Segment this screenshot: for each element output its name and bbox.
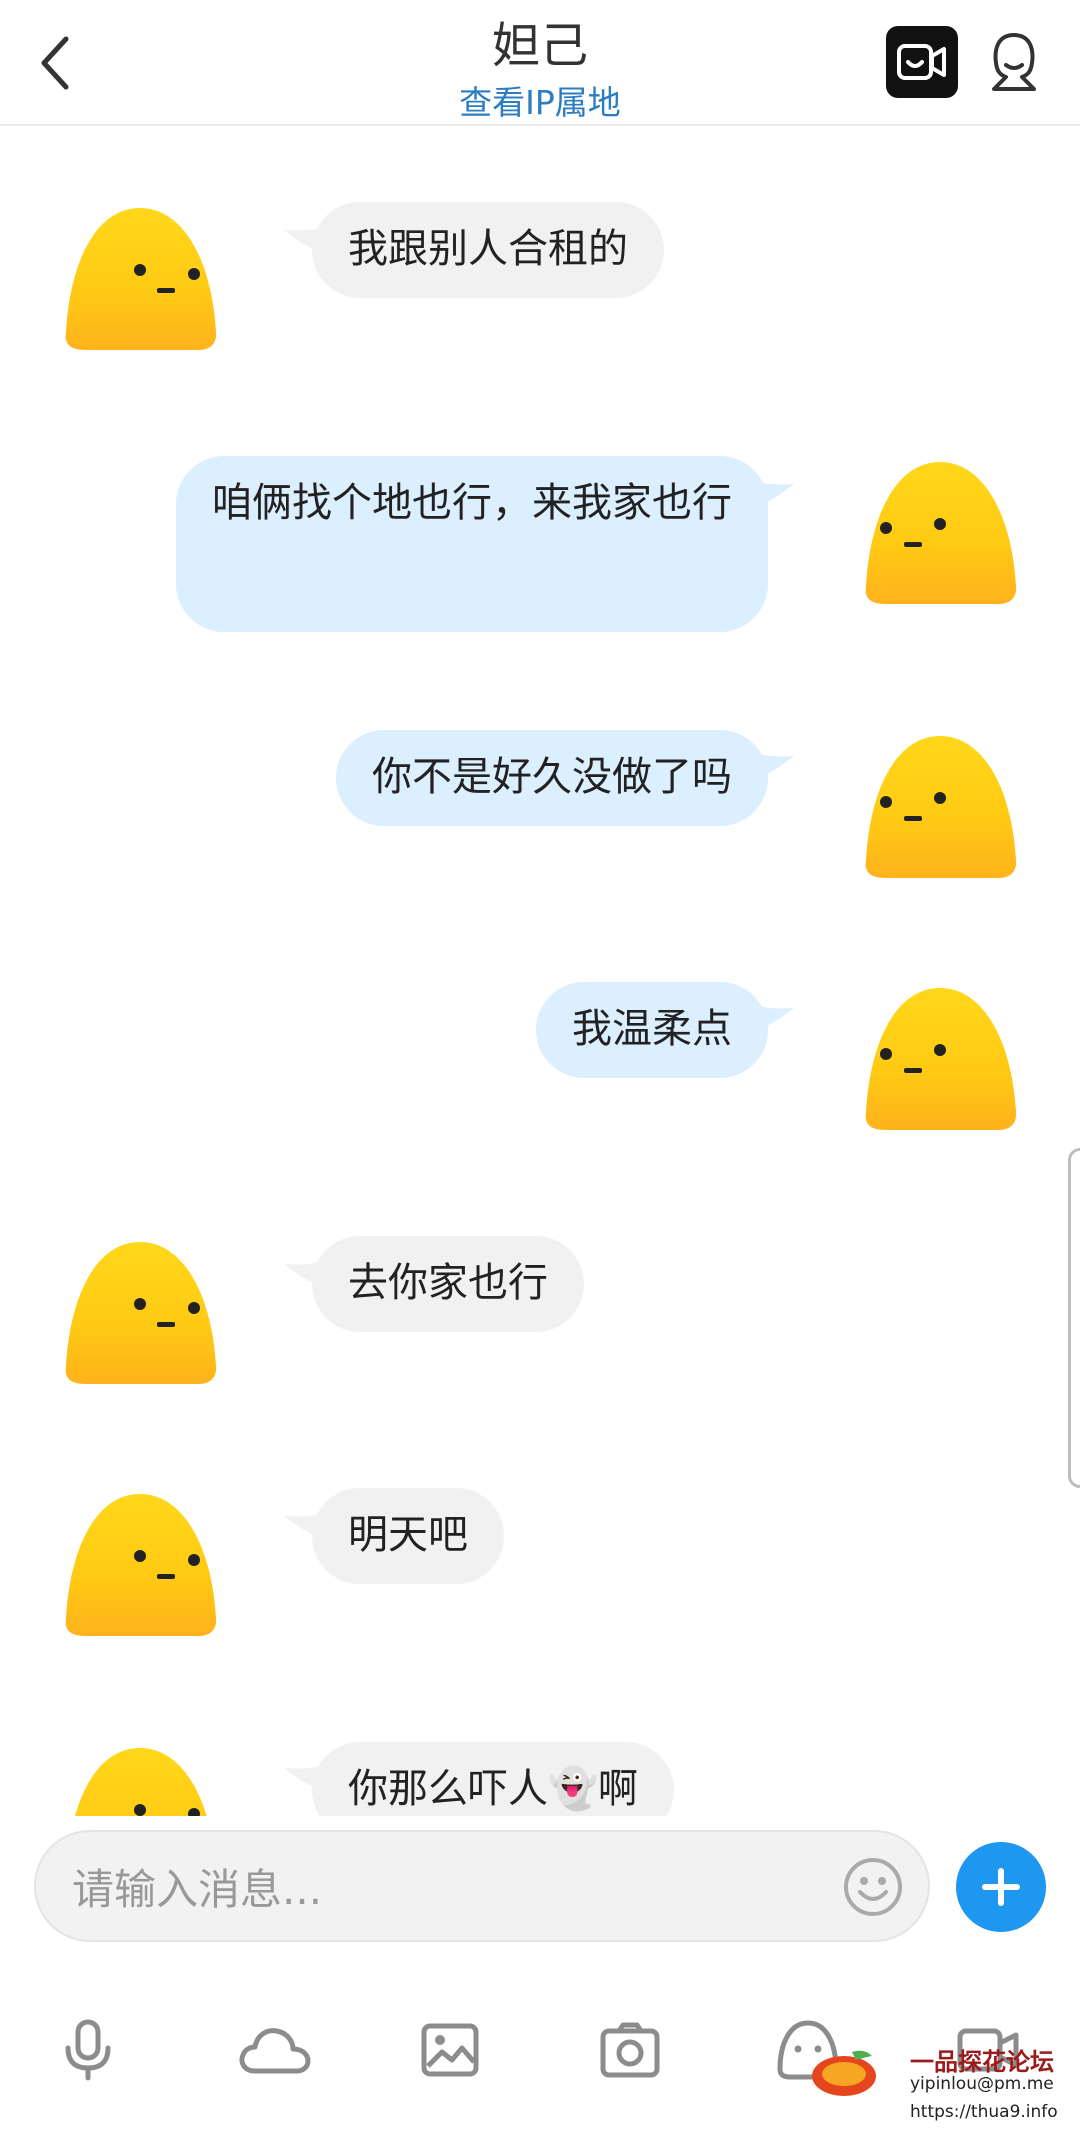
- message-text: 你那么吓人: [348, 1766, 548, 1812]
- avatar[interactable]: [862, 730, 1018, 880]
- camera-icon: [600, 2022, 660, 2078]
- message-input[interactable]: 请输入消息...: [34, 1830, 930, 1942]
- chat-messages[interactable]: 我跟别人合租的 咱俩找个地也行，来我家也行 你不是好久没做了吗 我温柔点 去你家…: [0, 126, 1080, 1816]
- message-text: 我温柔点: [572, 1006, 732, 1052]
- message-bubble[interactable]: 你不是好久没做了吗: [336, 730, 768, 826]
- avatar[interactable]: [62, 1488, 218, 1638]
- microphone-icon: [65, 2019, 111, 2081]
- avatar[interactable]: [862, 456, 1018, 606]
- add-button[interactable]: [956, 1842, 1046, 1932]
- image-button[interactable]: [414, 2014, 486, 2086]
- message-text-tail: 啊: [597, 1766, 638, 1812]
- message-text: 去你家也行: [348, 1260, 548, 1306]
- avatar[interactable]: [62, 202, 218, 352]
- video-call-button[interactable]: [886, 26, 958, 98]
- camera-button[interactable]: [594, 2014, 666, 2086]
- message-input-placeholder: 请输入消息...: [72, 1864, 323, 1914]
- image-icon: [421, 2023, 479, 2077]
- message-input-bar: 请输入消息...: [0, 1816, 1080, 1956]
- profile-button[interactable]: [984, 26, 1044, 98]
- message-bubble[interactable]: 咱俩找个地也行，来我家也行: [176, 456, 768, 632]
- watermark-title: 一品探花论坛: [910, 2048, 1054, 2076]
- avatar[interactable]: [62, 1742, 218, 1816]
- message-bubble[interactable]: 明天吧: [312, 1488, 504, 1584]
- cloud-icon: [239, 2028, 311, 2074]
- message-bubble[interactable]: 你那么吓人👻啊: [312, 1742, 674, 1816]
- voice-button[interactable]: [52, 2014, 124, 2086]
- video-call-icon: [897, 44, 946, 80]
- watermark-logo: [812, 2050, 876, 2096]
- plus-icon: [982, 1868, 1020, 1906]
- side-scroll-handle[interactable]: [1068, 1148, 1080, 1488]
- message-text: 咱俩找个地也行，来我家也行: [212, 480, 732, 526]
- profile-icon: [992, 33, 1036, 91]
- emoji-icon[interactable]: [842, 1856, 904, 1918]
- chat-header: 妲己 查看IP属地: [0, 0, 1080, 126]
- message-text: 我跟别人合租的: [348, 226, 628, 272]
- avatar[interactable]: [62, 1236, 218, 1386]
- message-text: 明天吧: [348, 1512, 468, 1558]
- watermark: 一品探花论坛 yipinlou@pm.me https://thua9.info: [800, 2028, 1080, 2132]
- watermark-url: https://thua9.info: [910, 2102, 1058, 2122]
- message-bubble[interactable]: 我跟别人合租的: [312, 202, 664, 298]
- message-bubble[interactable]: 去你家也行: [312, 1236, 584, 1332]
- message-text: 你不是好久没做了吗: [372, 754, 732, 800]
- cloud-button[interactable]: [234, 2014, 314, 2086]
- ghost-emoji: 👻: [548, 1766, 598, 1812]
- avatar[interactable]: [862, 982, 1018, 1132]
- watermark-email: yipinlou@pm.me: [910, 2074, 1054, 2094]
- message-bubble[interactable]: 我温柔点: [536, 982, 768, 1078]
